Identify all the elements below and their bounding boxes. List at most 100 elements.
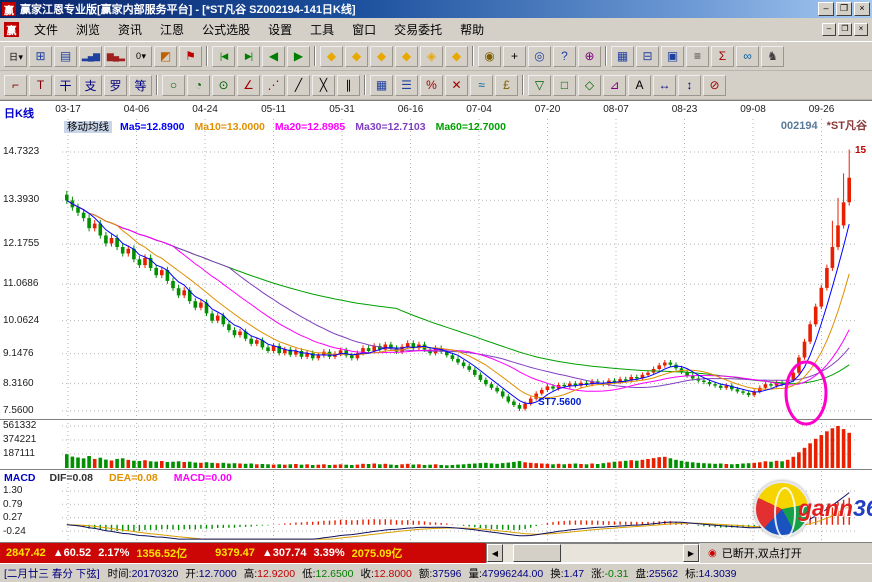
zero-stepper[interactable]: 0 ▾	[129, 46, 152, 67]
sh-index: 2847.42	[6, 547, 46, 559]
date-tick: 04-06	[119, 104, 155, 115]
t-square-icon[interactable]: T	[29, 75, 52, 96]
board-grid-icon[interactable]: ⊞	[29, 46, 52, 67]
info-field-收: 收:12.8000	[360, 568, 411, 580]
kline-bars-icon[interactable]: ▆▄▂	[104, 46, 127, 67]
clear-all-icon[interactable]: ⊘	[703, 75, 726, 96]
fan-lines-icon[interactable]: ⋰	[262, 75, 285, 96]
crosshair-tool-icon[interactable]: +	[503, 46, 526, 67]
prev-bar-icon[interactable]: ◀	[262, 46, 285, 67]
scrollbar-track[interactable]	[503, 544, 683, 562]
cross-lines-icon[interactable]: ╳	[312, 75, 335, 96]
low-price-marker: ST7.5600	[538, 397, 581, 408]
macd-tick: -0.24	[3, 526, 26, 537]
trendline-icon[interactable]: ╱	[287, 75, 310, 96]
luo-tool-icon[interactable]: 罗	[104, 75, 127, 96]
price-tick: 11.0686	[3, 278, 38, 289]
next-bar-icon[interactable]: ▶	[287, 46, 310, 67]
zoom-tool-icon[interactable]: ◎	[528, 46, 551, 67]
date-tick: 09-08	[735, 104, 771, 115]
child-restore-button[interactable]: ❐	[838, 23, 852, 36]
toolbar-separator	[472, 46, 474, 66]
close-button[interactable]: ×	[854, 2, 870, 16]
cycle-tool-icon[interactable]: ⊙	[212, 75, 235, 96]
percent-tool-icon[interactable]: %	[420, 75, 443, 96]
maximize-button[interactable]: ❐	[836, 2, 852, 16]
scrollbar-thumb[interactable]	[513, 544, 561, 562]
menu-item-7[interactable]: 窗口	[343, 18, 385, 41]
wave-tool-icon[interactable]: ≈	[470, 75, 493, 96]
compass-tool-icon[interactable]: ⊕	[578, 46, 601, 67]
price-tick: 8.3160	[3, 378, 34, 389]
child-minimize-button[interactable]: –	[822, 23, 836, 36]
gann-time-icon[interactable]: ◆	[445, 46, 468, 67]
sz-change: ▲307.74	[262, 547, 307, 559]
connection-status[interactable]: ◉ 已断开,双点打开	[700, 543, 872, 563]
color-block-icon[interactable]: ◩	[154, 46, 177, 67]
date-tick: 06-16	[393, 104, 429, 115]
bands-tool-icon[interactable]: ☰	[395, 75, 418, 96]
gann-angle-icon[interactable]: ◈	[420, 46, 443, 67]
list-icon[interactable]: ≡	[686, 46, 709, 67]
horse-icon[interactable]: ♞	[761, 46, 784, 67]
minimize-button[interactable]: –	[818, 2, 834, 16]
channel-icon[interactable]: ∥	[337, 75, 360, 96]
menu-item-0[interactable]: 文件	[25, 18, 67, 41]
ruler-tool-icon[interactable]: ⊿	[603, 75, 626, 96]
measure-v-icon[interactable]: ↕	[678, 75, 701, 96]
first-bar-icon[interactable]: |◀	[212, 46, 235, 67]
text-tool-icon[interactable]: A	[628, 75, 651, 96]
chart-grid-icon[interactable]: ▦	[611, 46, 634, 67]
menu-item-3[interactable]: 江恩	[151, 18, 193, 41]
flag-icon[interactable]: ⚑	[179, 46, 202, 67]
help-tool-icon[interactable]: ?	[553, 46, 576, 67]
menu-item-6[interactable]: 工具	[301, 18, 343, 41]
scroll-right-icon[interactable]: ▶	[683, 544, 699, 562]
price-tick: 9.1476	[3, 348, 34, 359]
price-tag-icon[interactable]: £	[495, 75, 518, 96]
menu-item-1[interactable]: 浏览	[67, 18, 109, 41]
titlebar: 赢 赢家江恩专业版[赢家内部服务平台] - [*ST凡谷 SZ002194-14…	[0, 0, 872, 18]
zhi-lines-icon[interactable]: 支	[79, 75, 102, 96]
grid-tool-icon[interactable]: ▦	[370, 75, 393, 96]
arc-tool-icon[interactable]: ◔	[187, 75, 210, 96]
square-tool-icon[interactable]: □	[553, 75, 576, 96]
circle-tool-icon[interactable]: ○	[162, 75, 185, 96]
child-close-button[interactable]: ×	[854, 23, 868, 36]
measure-h-icon[interactable]: ↔	[653, 75, 676, 96]
period-day-dropdown[interactable]: 日 ▾	[4, 46, 27, 67]
deng-tool-icon[interactable]: 等	[129, 75, 152, 96]
diamond-tool-icon[interactable]: ◇	[578, 75, 601, 96]
gan-lines-icon[interactable]: 干	[54, 75, 77, 96]
menu-item-8[interactable]: 交易委托	[385, 18, 451, 41]
gann-wheel-icon[interactable]: ◆	[370, 46, 393, 67]
chart-area: 日K线 03-1704-0604-2405-1105-3106-1607-040…	[0, 100, 872, 543]
gann-box-icon[interactable]: ◆	[395, 46, 418, 67]
menu-item-5[interactable]: 设置	[259, 18, 301, 41]
angle-tool-icon[interactable]: ∠	[237, 75, 260, 96]
menu-item-4[interactable]: 公式选股	[193, 18, 259, 41]
link-icon[interactable]: ∞	[736, 46, 759, 67]
sz-index: 9379.47	[215, 547, 255, 559]
formula-icon[interactable]: Σ	[711, 46, 734, 67]
toolbar-row-1: 日 ▾⊞▤▂▄▆▆▄▂0 ▾◩⚑|◀▶|◀▶◆◆◆◆◈◆◉+◎?⊕▦⊟▣≡Σ∞♞	[0, 42, 872, 71]
scroll-left-icon[interactable]: ◀	[487, 544, 503, 562]
report-page-icon[interactable]: ▤	[54, 46, 77, 67]
macd-header-item: DIF=0.08	[50, 472, 93, 484]
split-window-icon[interactable]: ⊟	[636, 46, 659, 67]
save-icon[interactable]: ▣	[661, 46, 684, 67]
last-bar-icon[interactable]: ▶|	[237, 46, 260, 67]
delete-tool-icon[interactable]: ✕	[445, 75, 468, 96]
hand-tool-icon[interactable]: ◉	[478, 46, 501, 67]
sh-change: ▲60.52	[53, 547, 91, 559]
gann-fan-icon[interactable]: ◆	[345, 46, 368, 67]
macd-label: MACD	[4, 472, 36, 484]
menu-item-2[interactable]: 资讯	[109, 18, 151, 41]
menu-item-9[interactable]: 帮助	[451, 18, 493, 41]
trend-tool-icon[interactable]: ⌐	[4, 75, 27, 96]
volume-bars-icon[interactable]: ▂▄▆	[79, 46, 102, 67]
gann-square-icon[interactable]: ◆	[320, 46, 343, 67]
horizontal-scrollbar[interactable]: ◀ ▶	[486, 543, 700, 563]
triangle-tool-icon[interactable]: ▽	[528, 75, 551, 96]
info-field-标: 标:14.3039	[685, 568, 736, 580]
